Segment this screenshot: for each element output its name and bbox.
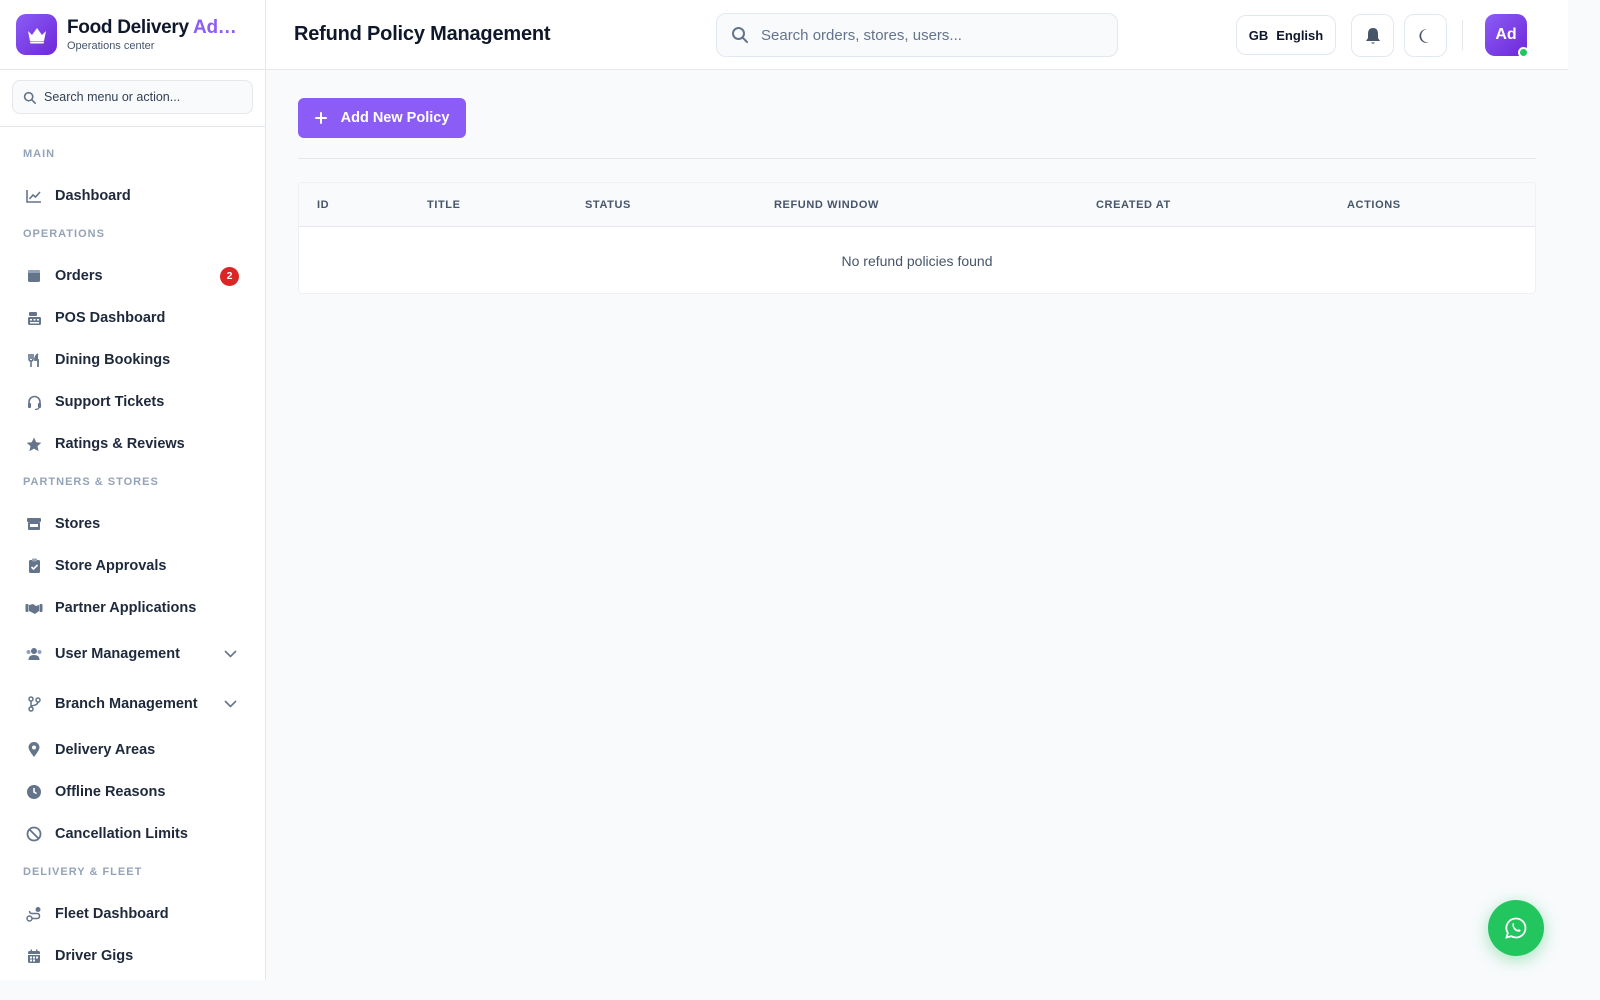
sidebar-item-pos-dashboard[interactable]: POS Dashboard <box>0 297 265 339</box>
global-search[interactable] <box>716 13 1118 57</box>
avatar-initials: Ad <box>1495 26 1517 43</box>
sidebar-item-label: Dashboard <box>55 188 131 204</box>
column-header-status[interactable]: STATUS <box>585 199 631 211</box>
top-header: Refund Policy Management GB English Ad <box>266 0 1568 70</box>
plus-icon <box>314 112 327 124</box>
box-icon <box>25 267 43 285</box>
orders-count-badge: 2 <box>220 266 239 286</box>
sidebar-item-branch-management[interactable]: Branch Management <box>0 679 265 729</box>
section-fleet: DELIVERY & FLEET <box>23 866 143 878</box>
brand-title: Food Delivery Ad… <box>67 17 237 38</box>
table-header: ID TITLE STATUS REFUND WINDOW CREATED AT… <box>299 183 1535 227</box>
section-main: MAIN <box>23 148 56 160</box>
avatar[interactable]: Ad <box>1485 14 1529 58</box>
utensils-icon <box>25 351 43 369</box>
code-branch-icon <box>25 695 43 713</box>
main-content: Add New Policy ID TITLE STATUS REFUND WI… <box>266 70 1568 980</box>
whatsapp-icon <box>1505 917 1527 939</box>
sidebar-item-cancellation-limits[interactable]: Cancellation Limits <box>0 813 265 855</box>
sidebar-item-ratings-reviews[interactable]: Ratings & Reviews <box>0 423 265 465</box>
moon-icon <box>1418 28 1429 43</box>
sidebar-item-label: User Management <box>55 646 180 662</box>
sidebar-item-user-management[interactable]: User Management <box>0 629 265 679</box>
ban-icon <box>25 825 43 843</box>
crown-icon <box>16 14 57 55</box>
sidebar-item-dashboard[interactable]: Dashboard <box>0 175 265 217</box>
column-header-created-at[interactable]: CREATED AT <box>1096 199 1171 211</box>
section-operations: OPERATIONS <box>23 228 105 240</box>
sidebar-item-label: Offline Reasons <box>55 784 166 800</box>
sidebar-item-label: Support Tickets <box>55 394 165 410</box>
sidebar-item-label: Cancellation Limits <box>55 826 188 842</box>
language-selector[interactable]: GB English <box>1236 15 1336 55</box>
sidebar-search-input[interactable] <box>44 90 224 104</box>
sidebar-item-orders[interactable]: Orders 2 <box>0 255 265 297</box>
sidebar-item-label: Ratings & Reviews <box>55 436 185 452</box>
sidebar-search[interactable] <box>12 80 253 114</box>
notifications-button[interactable] <box>1351 14 1394 57</box>
sidebar: Food Delivery Ad… Operations center MAIN… <box>0 0 266 980</box>
language-label: English <box>1276 27 1324 43</box>
sidebar-item-label: POS Dashboard <box>55 310 166 326</box>
theme-toggle-button[interactable] <box>1404 14 1447 57</box>
sidebar-item-store-approvals[interactable]: Store Approvals <box>0 545 265 587</box>
column-header-id[interactable]: ID <box>317 199 329 211</box>
route-icon <box>25 905 43 923</box>
clipboard-check-icon <box>25 557 43 575</box>
refund-policies-table: ID TITLE STATUS REFUND WINDOW CREATED AT… <box>298 182 1536 294</box>
search-icon <box>732 27 748 43</box>
sidebar-item-label: Stores <box>55 516 101 532</box>
sidebar-item-support-tickets[interactable]: Support Tickets <box>0 381 265 423</box>
sidebar-item-stores[interactable]: Stores <box>0 503 265 545</box>
handshake-icon <box>25 599 43 617</box>
search-icon <box>23 91 36 104</box>
sidebar-item-label: Orders <box>55 268 103 284</box>
brand[interactable]: Food Delivery Ad… Operations center <box>0 0 265 70</box>
section-partners: PARTNERS & STORES <box>23 476 159 488</box>
calendar-icon <box>25 947 43 965</box>
add-button-label: Add New Policy <box>340 110 450 126</box>
clock-icon <box>25 783 43 801</box>
sidebar-item-label: Fleet Dashboard <box>55 906 169 922</box>
sidebar-item-dining-bookings[interactable]: Dining Bookings <box>0 339 265 381</box>
chevron-down-icon[interactable] <box>224 700 237 708</box>
sidebar-item-driver-gigs[interactable]: Driver Gigs <box>0 935 265 977</box>
store-icon <box>25 515 43 533</box>
column-header-actions: ACTIONS <box>1347 199 1401 211</box>
sidebar-item-partner-applications[interactable]: Partner Applications <box>0 587 265 629</box>
bell-icon <box>1365 27 1380 44</box>
sidebar-item-label: Driver Gigs <box>55 948 134 964</box>
sidebar-item-delivery-areas[interactable]: Delivery Areas <box>0 729 265 771</box>
empty-state-message: No refund policies found <box>841 253 993 269</box>
sidebar-item-fleet-dashboard[interactable]: Fleet Dashboard <box>0 893 265 935</box>
headset-icon <box>25 393 43 411</box>
sidebar-item-label: Store Approvals <box>55 558 167 574</box>
sidebar-item-label: Delivery Areas <box>55 742 156 758</box>
sidebar-nav: MAIN Dashboard OPERATIONS Orders 2 POS D… <box>0 127 265 977</box>
chevron-down-icon[interactable] <box>224 650 237 658</box>
column-header-refund-window[interactable]: REFUND WINDOW <box>774 199 879 211</box>
cash-register-icon <box>25 309 43 327</box>
whatsapp-chat-button[interactable] <box>1488 900 1544 956</box>
content-divider <box>298 158 1536 159</box>
add-new-policy-button[interactable]: Add New Policy <box>298 98 466 138</box>
column-header-title[interactable]: TITLE <box>427 199 461 211</box>
star-icon <box>25 435 43 453</box>
global-search-input[interactable] <box>761 26 1101 44</box>
map-pin-icon <box>25 741 43 759</box>
header-divider <box>1462 20 1463 50</box>
brand-subtitle: Operations center <box>67 40 155 52</box>
sidebar-item-label: Branch Management <box>55 696 198 712</box>
sidebar-item-offline-reasons[interactable]: Offline Reasons <box>0 771 265 813</box>
users-icon <box>25 645 43 663</box>
page-title: Refund Policy Management <box>294 23 551 45</box>
language-code: GB <box>1248 27 1269 43</box>
sidebar-item-label: Partner Applications <box>55 600 197 616</box>
sidebar-item-label: Dining Bookings <box>55 352 171 368</box>
online-status-dot <box>1518 47 1529 58</box>
chart-line-icon <box>25 187 43 205</box>
